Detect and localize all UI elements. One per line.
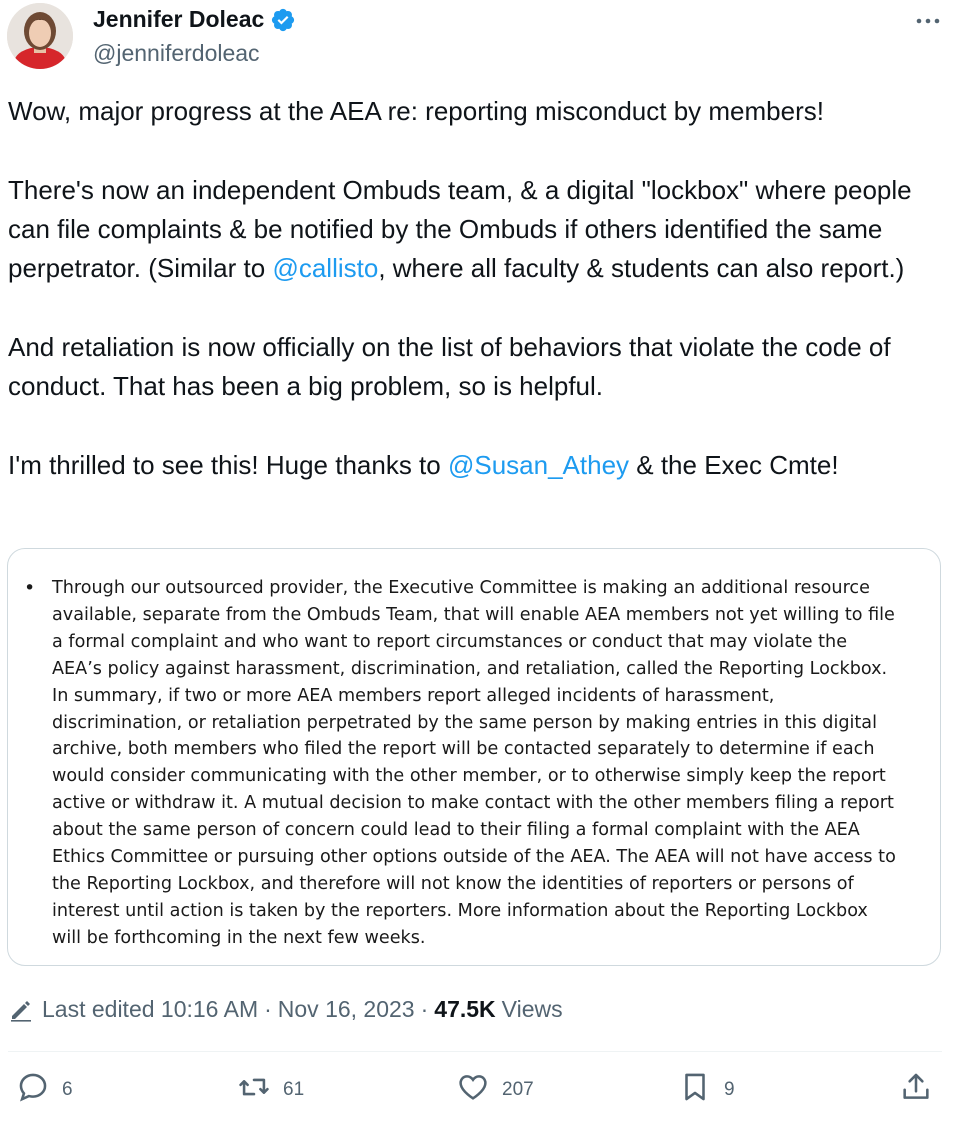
post-date[interactable]: Nov 16, 2023 xyxy=(278,996,415,1023)
divider xyxy=(8,1051,942,1052)
tweet-paragraph-3: And retaliation is now officially on the… xyxy=(8,331,891,402)
share-button[interactable] xyxy=(899,1070,933,1110)
reply-icon xyxy=(16,1070,50,1110)
mention-callisto[interactable]: @callisto xyxy=(272,253,378,283)
avatar[interactable] xyxy=(7,3,73,69)
mention-susan-athey[interactable]: @Susan_Athey xyxy=(448,450,629,480)
tweet-text-segment: I'm thrilled to see this! Huge thanks to xyxy=(8,449,448,480)
verified-badge-icon[interactable] xyxy=(270,7,296,33)
bullet: • xyxy=(24,577,36,599)
avatar-image xyxy=(7,3,73,69)
author-handle[interactable]: @jenniferdoleac xyxy=(93,40,260,67)
attached-image[interactable]: • Through our outsourced provider, the E… xyxy=(7,548,941,966)
reply-button[interactable]: 6 xyxy=(16,1070,73,1110)
repost-icon xyxy=(237,1070,271,1110)
repost-count: 61 xyxy=(283,1079,305,1100)
tweet-meta: Last edited 10:16 AM · Nov 16, 2023 · 47… xyxy=(8,992,563,1026)
bookmark-count: 9 xyxy=(724,1079,735,1100)
like-icon xyxy=(456,1070,490,1110)
tweet-paragraph-1: Wow, major progress at the AEA re: repor… xyxy=(8,96,824,126)
like-button[interactable]: 207 xyxy=(456,1070,534,1110)
action-bar: 6 61 207 9 xyxy=(0,1070,957,1110)
reply-count: 6 xyxy=(62,1079,73,1100)
tweet-paragraph-2: There's now an independent Ombuds team, … xyxy=(8,171,948,289)
share-icon xyxy=(899,1070,933,1110)
tweet-text: Wow, major progress at the AEA re: repor… xyxy=(8,92,948,485)
edited-time[interactable]: Last edited 10:16 AM xyxy=(42,996,258,1023)
author-name[interactable]: Jennifer Doleac xyxy=(93,6,264,33)
bookmark-button[interactable]: 9 xyxy=(678,1070,735,1110)
tweet-header: Jennifer Doleac @jenniferdoleac xyxy=(0,0,957,80)
tweet-text-segment: & the Exec Cmte! xyxy=(629,449,839,480)
bullet-text: Through our outsourced provider, the Exe… xyxy=(52,578,896,948)
more-icon[interactable] xyxy=(913,6,943,36)
separator: · xyxy=(264,995,272,1022)
views-label: Views xyxy=(501,995,563,1022)
author-name-row: Jennifer Doleac xyxy=(93,6,296,33)
tweet-text-segment: , where all faculty & students can also … xyxy=(378,253,905,284)
bookmark-icon xyxy=(678,1070,712,1110)
repost-button[interactable]: 61 xyxy=(237,1070,304,1110)
attached-image-text: • Through our outsourced provider, the E… xyxy=(24,575,924,952)
pencil-icon xyxy=(8,996,34,1022)
tweet-paragraph-4: I'm thrilled to see this! Huge thanks to… xyxy=(8,446,948,485)
like-count: 207 xyxy=(502,1079,534,1100)
separator: · xyxy=(420,995,429,1022)
views-count: 47.5K xyxy=(434,995,496,1022)
